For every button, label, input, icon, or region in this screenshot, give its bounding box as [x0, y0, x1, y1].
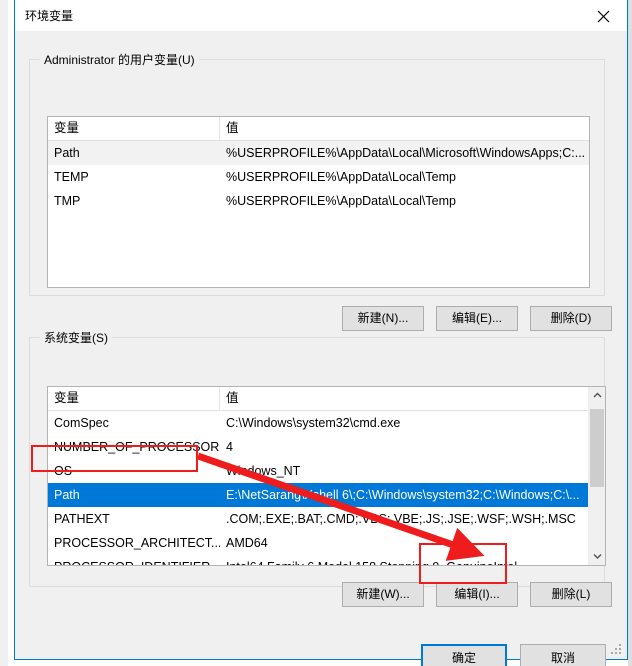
cancel-button[interactable]: 取消: [520, 644, 606, 666]
window-title: 环境变量: [25, 9, 74, 23]
system-variable-row-path-selected[interactable]: Path E:\NetSarang\Xshell 6\;C:\Windows\s…: [48, 483, 605, 507]
system-variable-name: NUMBER_OF_PROCESSORS: [54, 440, 220, 454]
table-row[interactable]: TMP %USERPROFILE%\AppData\Local\Temp: [48, 189, 589, 213]
system-list-scrollbar[interactable]: [588, 387, 605, 565]
table-row[interactable]: PROCESSOR_ARCHITECT... AMD64: [48, 531, 605, 555]
system-delete-button[interactable]: 删除(L): [530, 582, 612, 607]
chevron-up-glyph: [593, 392, 602, 398]
scroll-down-icon[interactable]: [589, 548, 605, 565]
system-variable-value: Intel64 Family 6 Model 158 Stepping 9, G…: [220, 555, 588, 565]
scrollbar-thumb[interactable]: [590, 409, 604, 487]
system-new-button[interactable]: 新建(W)...: [342, 582, 424, 607]
user-variable-name: TMP: [54, 194, 81, 208]
table-row[interactable]: PROCESSOR_IDENTIFIER Intel64 Family 6 Mo…: [48, 555, 605, 565]
system-variable-value: AMD64: [226, 536, 268, 550]
system-variable-name: PATHEXT: [54, 512, 110, 526]
user-variable-value: %USERPROFILE%\AppData\Local\Microsoft\Wi…: [226, 146, 586, 160]
system-variable-name: ComSpec: [54, 416, 109, 430]
user-delete-button[interactable]: 删除(D): [530, 306, 612, 331]
user-variables-group-label: Administrator 的用户变量(U): [40, 51, 199, 68]
dialog-body: Administrator 的用户变量(U) 变量 值 Path %USERPR…: [15, 31, 627, 666]
page-backdrop-right: [628, 0, 632, 666]
user-variables-list[interactable]: 变量 值 Path %USERPROFILE%\AppData\Local\Mi…: [47, 116, 590, 288]
system-column-header-value[interactable]: 值: [220, 387, 588, 410]
ok-button[interactable]: 确定: [421, 644, 507, 666]
system-variable-value: C:\Windows\system32\cmd.exe: [226, 416, 401, 430]
table-row[interactable]: PATHEXT .COM;.EXE;.BAT;.CMD;.VBS;.VBE;.J…: [48, 507, 605, 531]
environment-variables-dialog: 环境变量 Administrator 的用户变量(U) 变量 值 Path %U…: [14, 0, 628, 666]
table-row[interactable]: NUMBER_OF_PROCESSORS 4: [48, 435, 605, 459]
system-list-header: 变量 值: [48, 387, 605, 411]
user-column-header-name[interactable]: 变量: [48, 117, 220, 140]
system-variable-name: OS: [54, 464, 73, 478]
system-variable-name: PROCESSOR_ARCHITECT...: [54, 536, 220, 550]
system-variables-list[interactable]: 变量 值 ComSpec C:\Windows\system32\cmd.exe…: [47, 386, 606, 566]
user-new-button[interactable]: 新建(N)...: [342, 306, 424, 331]
system-variable-name: Path: [54, 488, 80, 502]
system-variables-group-label: 系统变量(S): [40, 329, 112, 346]
table-row[interactable]: TEMP %USERPROFILE%\AppData\Local\Temp: [48, 165, 589, 189]
user-variable-name: TEMP: [54, 170, 89, 184]
system-list-body: ComSpec C:\Windows\system32\cmd.exe NUMB…: [48, 411, 605, 565]
user-variable-value: %USERPROFILE%\AppData\Local\Temp: [226, 194, 456, 208]
scroll-up-icon[interactable]: [589, 387, 605, 404]
resize-grip[interactable]: [611, 644, 622, 655]
user-column-header-value[interactable]: 值: [220, 117, 589, 140]
system-edit-button[interactable]: 编辑(I)...: [436, 582, 518, 607]
page-backdrop-shade: [0, 0, 8, 666]
table-row[interactable]: Path %USERPROFILE%\AppData\Local\Microso…: [48, 141, 589, 165]
close-icon[interactable]: [581, 0, 627, 30]
title-bar: 环境变量: [15, 0, 627, 32]
screenshot-root: 环境变量 Administrator 的用户变量(U) 变量 值 Path %U…: [0, 0, 632, 666]
system-variable-value: .COM;.EXE;.BAT;.CMD;.VBS;.VBE;.JS;.JSE;.…: [226, 512, 576, 526]
close-glyph: [597, 10, 610, 23]
table-row[interactable]: OS Windows_NT: [48, 459, 605, 483]
system-variable-value: 4: [226, 440, 233, 454]
system-variable-name: PROCESSOR_IDENTIFIER: [48, 555, 220, 565]
user-list-body: Path %USERPROFILE%\AppData\Local\Microso…: [48, 141, 589, 213]
user-edit-button[interactable]: 编辑(E)...: [436, 306, 518, 331]
chevron-down-glyph: [593, 554, 602, 559]
user-variable-name: Path: [54, 146, 80, 160]
system-variable-value: E:\NetSarang\Xshell 6\;C:\Windows\system…: [226, 488, 580, 502]
system-variable-value: Windows_NT: [226, 464, 301, 478]
user-list-header: 变量 值: [48, 117, 589, 141]
user-variable-value: %USERPROFILE%\AppData\Local\Temp: [226, 170, 456, 184]
system-column-header-name[interactable]: 变量: [48, 387, 220, 410]
table-row[interactable]: ComSpec C:\Windows\system32\cmd.exe: [48, 411, 605, 435]
page-backdrop-left: [0, 0, 14, 666]
